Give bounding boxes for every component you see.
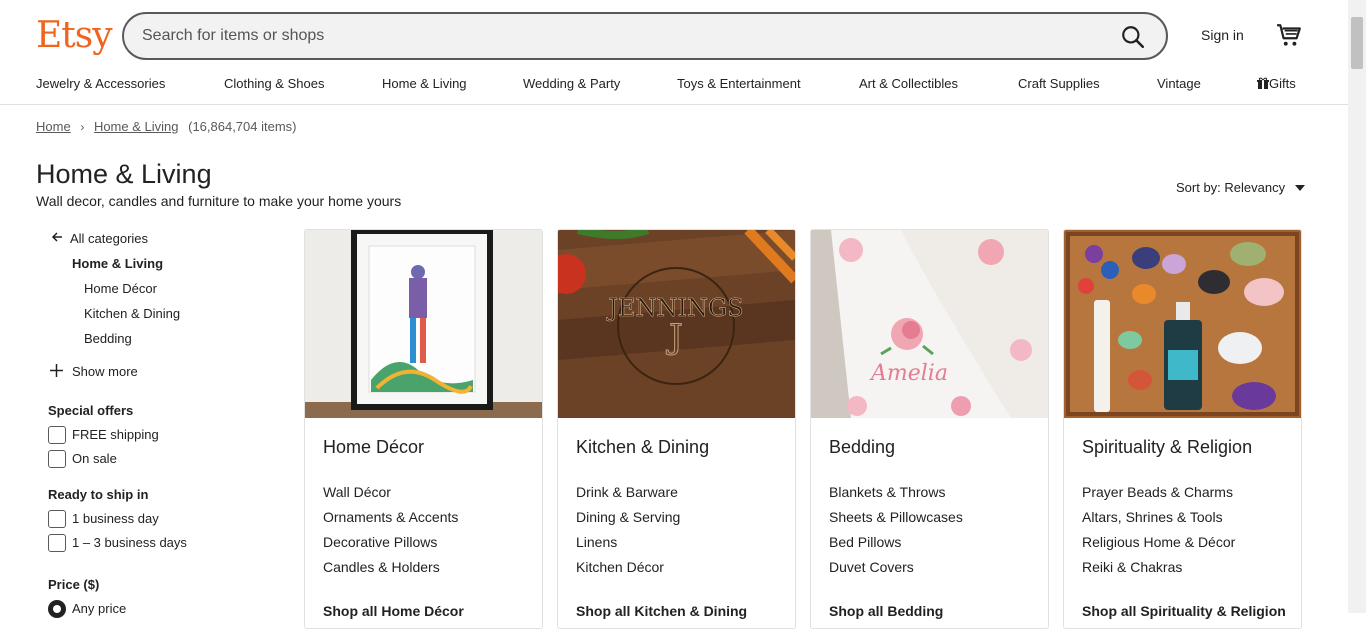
search-icon[interactable] <box>1120 24 1146 50</box>
nav-toys[interactable]: Toys & Entertainment <box>677 76 801 91</box>
header-divider <box>0 104 1348 105</box>
one-three-days-label[interactable]: 1 – 3 business days <box>72 535 187 550</box>
free-shipping-label[interactable]: FREE shipping <box>72 427 159 442</box>
card-title-bedding[interactable]: Bedding <box>829 437 895 458</box>
card-link[interactable]: Dining & Serving <box>576 509 680 525</box>
one-three-days-checkbox[interactable] <box>48 534 66 552</box>
card-title-spirituality-religion[interactable]: Spirituality & Religion <box>1082 437 1252 458</box>
item-count: (16,864,704 items) <box>188 119 297 134</box>
breadcrumb: Home › Home & Living (16,864,704 items) <box>36 119 297 134</box>
subcategory-bedding[interactable]: Bedding <box>84 331 132 346</box>
category-card-kitchen-dining[interactable]: JENNINGS J Kitchen & Dining Drink & Barw… <box>557 229 796 629</box>
arrow-left-icon[interactable] <box>51 231 63 243</box>
shop-all-bedding[interactable]: Shop all Bedding <box>829 603 943 619</box>
card-link[interactable]: Bed Pillows <box>829 534 901 550</box>
sign-in-link[interactable]: Sign in <box>1201 27 1244 43</box>
breadcrumb-current[interactable]: Home & Living <box>94 119 179 134</box>
gift-icon <box>1257 77 1269 89</box>
card-link[interactable]: Sheets & Pillowcases <box>829 509 963 525</box>
home-decor-image[interactable] <box>305 230 542 418</box>
nav-home-living[interactable]: Home & Living <box>382 76 467 91</box>
cart-icon[interactable] <box>1276 22 1302 48</box>
scrollbar[interactable] <box>1348 0 1366 613</box>
price-heading: Price ($) <box>48 577 100 592</box>
category-card-home-decor[interactable]: Home Décor Wall Décor Ornaments & Accent… <box>304 229 543 629</box>
card-link[interactable]: Reiki & Chakras <box>1082 559 1182 575</box>
shop-all-home-decor[interactable]: Shop all Home Décor <box>323 603 464 619</box>
subcategory-home-decor[interactable]: Home Décor <box>84 281 157 296</box>
kitchen-dining-image[interactable]: JENNINGS J <box>558 230 795 418</box>
nav-gifts-label: Gifts <box>1269 76 1296 91</box>
caret-down-icon <box>1294 185 1305 191</box>
card-link[interactable]: Candles & Holders <box>323 559 440 575</box>
category-card-spirituality-religion[interactable]: Spirituality & Religion Prayer Beads & C… <box>1063 229 1302 629</box>
card-link[interactable]: Wall Décor <box>323 484 391 500</box>
card-link[interactable]: Duvet Covers <box>829 559 914 575</box>
free-shipping-checkbox[interactable] <box>48 426 66 444</box>
search-input[interactable]: Search for items or shops <box>142 27 324 45</box>
nav-craft[interactable]: Craft Supplies <box>1018 76 1100 91</box>
scrollbar-thumb[interactable] <box>1351 17 1363 69</box>
shop-all-spirituality-religion[interactable]: Shop all Spirituality & Religion <box>1082 603 1286 619</box>
any-price-label[interactable]: Any price <box>72 601 126 616</box>
card-title-kitchen-dining[interactable]: Kitchen & Dining <box>576 437 709 458</box>
search-bar[interactable]: Search for items or shops <box>122 12 1168 60</box>
nav-clothing[interactable]: Clothing & Shoes <box>224 76 324 91</box>
show-more-button[interactable]: Show more <box>72 364 138 379</box>
nav-jewelry[interactable]: Jewelry & Accessories <box>36 76 165 91</box>
chevron-right-icon: › <box>80 120 85 134</box>
sort-label: Sort by: <box>1176 180 1221 195</box>
nav-wedding[interactable]: Wedding & Party <box>523 76 620 91</box>
svg-text:Amelia: Amelia <box>869 361 948 386</box>
card-link[interactable]: Drink & Barware <box>576 484 678 500</box>
card-link[interactable]: Ornaments & Accents <box>323 509 458 525</box>
card-link[interactable]: Kitchen Décor <box>576 559 664 575</box>
bedding-image[interactable]: Amelia <box>811 230 1048 418</box>
svg-text:J: J <box>666 317 683 357</box>
sort-value: Relevancy <box>1224 180 1286 195</box>
on-sale-label[interactable]: On sale <box>72 451 117 466</box>
shop-all-kitchen-dining[interactable]: Shop all Kitchen & Dining <box>576 603 747 619</box>
any-price-radio[interactable] <box>48 600 66 618</box>
page-title: Home & Living <box>36 159 212 189</box>
card-link[interactable]: Religious Home & Décor <box>1082 534 1235 550</box>
sort-dropdown[interactable]: Sort by: Relevancy <box>1176 180 1305 195</box>
card-link[interactable]: Prayer Beads & Charms <box>1082 484 1233 500</box>
one-day-checkbox[interactable] <box>48 510 66 528</box>
on-sale-checkbox[interactable] <box>48 450 66 468</box>
current-category: Home & Living <box>72 256 164 271</box>
one-day-label[interactable]: 1 business day <box>72 511 159 526</box>
card-link[interactable]: Blankets & Throws <box>829 484 945 500</box>
card-link[interactable]: Altars, Shrines & Tools <box>1082 509 1223 525</box>
nav-gifts[interactable]: Gifts <box>1257 76 1296 91</box>
category-nav: Jewelry & Accessories Clothing & Shoes H… <box>0 76 1348 93</box>
etsy-logo[interactable]: Etsy <box>36 14 113 58</box>
card-link[interactable]: Decorative Pillows <box>323 534 437 550</box>
subcategory-kitchen-dining[interactable]: Kitchen & Dining <box>84 306 180 321</box>
card-title-home-decor[interactable]: Home Décor <box>323 437 424 458</box>
plus-icon[interactable] <box>50 364 63 377</box>
category-card-bedding[interactable]: Amelia Bedding Blankets & Throws Sheets … <box>810 229 1049 629</box>
card-link[interactable]: Linens <box>576 534 617 550</box>
spirituality-religion-image[interactable] <box>1064 230 1301 418</box>
page-subtitle: Wall decor, candles and furniture to mak… <box>36 193 402 209</box>
special-offers-heading: Special offers <box>48 403 134 418</box>
nav-art[interactable]: Art & Collectibles <box>859 76 958 91</box>
breadcrumb-home[interactable]: Home <box>36 119 71 134</box>
nav-vintage[interactable]: Vintage <box>1157 76 1201 91</box>
ready-to-ship-heading: Ready to ship in <box>48 487 149 502</box>
all-categories-link[interactable]: All categories <box>70 231 148 246</box>
